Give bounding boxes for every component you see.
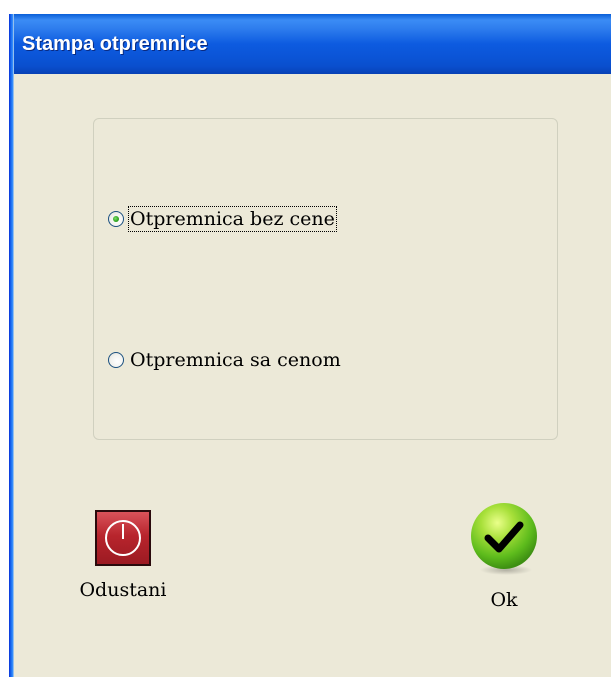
- radio-button-with-price[interactable]: [108, 352, 124, 368]
- ok-button[interactable]: Ok: [449, 500, 559, 612]
- ok-button-label[interactable]: Ok: [449, 588, 559, 612]
- print-option-groupbox: [93, 118, 558, 440]
- radio-label-with-price[interactable]: Otpremnica sa cenom: [128, 347, 343, 373]
- dialog-window: Stampa otpremnice Otpremnica bez cene Ot…: [9, 14, 611, 677]
- title-bar[interactable]: Stampa otpremnice: [9, 14, 611, 74]
- radio-option-without-price[interactable]: Otpremnica bez cene: [108, 206, 337, 232]
- cancel-button-label[interactable]: Odustani: [63, 578, 183, 602]
- checkmark-icon[interactable]: [466, 500, 542, 576]
- radio-label-without-price[interactable]: Otpremnica bez cene: [128, 206, 337, 232]
- power-icon[interactable]: [95, 510, 151, 566]
- window-left-border: [9, 14, 14, 677]
- radio-option-with-price[interactable]: Otpremnica sa cenom: [108, 347, 343, 373]
- window-title: Stampa otpremnice: [22, 33, 208, 55]
- cancel-button[interactable]: Odustani: [63, 510, 183, 602]
- radio-selected-dot: [113, 216, 119, 222]
- radio-button-without-price[interactable]: [108, 211, 124, 227]
